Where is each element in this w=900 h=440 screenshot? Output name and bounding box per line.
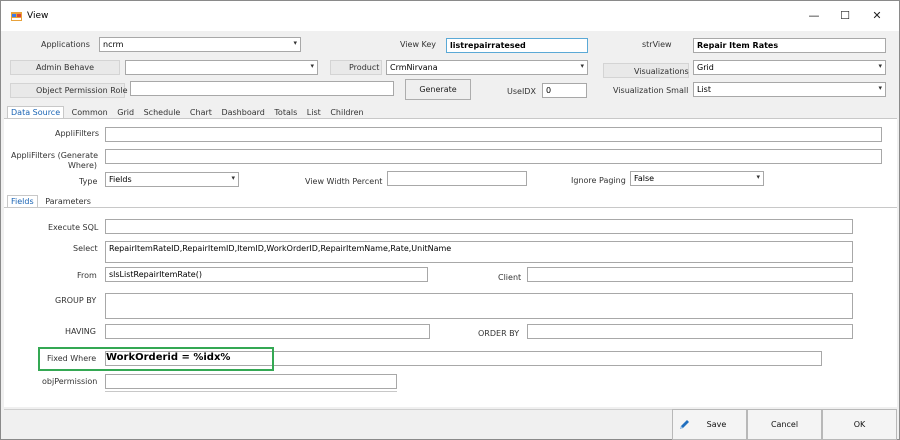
- title-bar: View — ☐ ✕: [1, 1, 899, 31]
- select-input[interactable]: RepairItemRateID,RepairItemID,ItemID,Wor…: [105, 241, 853, 263]
- applications-value: ncrm: [103, 40, 124, 49]
- obj-permission-label: objPermission: [42, 377, 98, 386]
- client-input[interactable]: [527, 267, 853, 282]
- view-width-percent-label: View Width Percent: [305, 177, 383, 186]
- useidx-label: UseIDX: [507, 87, 536, 96]
- applifilters-generate-label-line1: AppliFilters (Generate: [11, 151, 99, 160]
- chevron-down-icon: ▾: [310, 62, 314, 70]
- object-permission-input[interactable]: [130, 81, 394, 96]
- admin-behave-select[interactable]: ▾: [125, 60, 318, 75]
- admin-behave-label: Admin Behave: [10, 60, 120, 75]
- useidx-input[interactable]: 0: [542, 83, 587, 98]
- visualizations-select[interactable]: Grid ▾: [693, 60, 886, 75]
- product-select[interactable]: CrmNirvana ▾: [386, 60, 588, 75]
- visualization-small-label: Visualization Small: [613, 86, 689, 95]
- visualizations-label: Visualizations: [603, 63, 689, 78]
- window-title: View: [27, 11, 49, 21]
- from-label: From: [77, 271, 97, 280]
- fixed-where-value: WorkOrderid = %idx%: [106, 352, 231, 363]
- group-by-label: GROUP BY: [55, 296, 97, 305]
- chevron-down-icon: ▾: [293, 39, 297, 47]
- applications-label: Applications: [41, 40, 90, 49]
- having-input[interactable]: [105, 324, 430, 339]
- view-window: View — ☐ ✕ Applications ncrm ▾ View Key …: [0, 0, 900, 440]
- from-input[interactable]: slsListRepairItemRate(): [105, 267, 428, 282]
- order-by-input[interactable]: [527, 324, 853, 339]
- save-button[interactable]: Save: [672, 409, 747, 440]
- tab-parameters[interactable]: Parameters: [43, 197, 93, 206]
- tab-totals[interactable]: Totals: [272, 108, 299, 117]
- tab-grid[interactable]: Grid: [115, 108, 136, 117]
- tab-schedule[interactable]: Schedule: [142, 108, 183, 117]
- chevron-down-icon: ▾: [580, 62, 584, 70]
- tab-children[interactable]: Children: [328, 108, 365, 117]
- generate-button[interactable]: Generate: [405, 79, 471, 100]
- pencil-icon: [680, 420, 689, 429]
- type-label: Type: [79, 177, 98, 186]
- close-button[interactable]: ✕: [867, 7, 887, 25]
- execute-sql-label: Execute SQL: [48, 223, 99, 232]
- visualizations-value: Grid: [697, 63, 714, 72]
- having-label: HAVING: [65, 327, 96, 336]
- tab-common[interactable]: Common: [70, 108, 110, 117]
- execute-sql-input[interactable]: [105, 219, 853, 234]
- strview-label: strView: [642, 40, 672, 49]
- visualization-small-value: List: [697, 85, 711, 94]
- applifilters-generate-input[interactable]: [105, 149, 882, 164]
- group-by-input[interactable]: [105, 293, 853, 319]
- type-select[interactable]: Fields ▾: [105, 172, 239, 187]
- object-permission-label: Object Permission Role: [10, 83, 128, 98]
- tab-list[interactable]: List: [305, 108, 323, 117]
- minimize-button[interactable]: —: [804, 7, 824, 25]
- chevron-down-icon: ▾: [756, 173, 760, 181]
- view-key-label: View Key: [400, 40, 437, 49]
- ignore-paging-select[interactable]: False ▾: [630, 171, 764, 186]
- cancel-button[interactable]: Cancel: [747, 409, 822, 440]
- applifilters-input[interactable]: [105, 127, 882, 142]
- applifilters-generate-label: AppliFilters (Generate Where): [11, 151, 99, 171]
- applications-select[interactable]: ncrm ▾: [99, 37, 301, 52]
- ignore-paging-label: Ignore Paging: [571, 176, 626, 185]
- chevron-down-icon: ▾: [878, 84, 882, 92]
- visualization-small-select[interactable]: List ▾: [693, 82, 886, 97]
- applifilters-label: AppliFilters: [55, 129, 100, 138]
- type-value: Fields: [109, 175, 132, 184]
- ignore-paging-value: False: [634, 174, 655, 183]
- product-value: CrmNirvana: [390, 63, 438, 72]
- applifilters-generate-label-line2: Where): [67, 161, 97, 170]
- save-label: Save: [706, 420, 727, 429]
- view-key-input[interactable]: listrepairratesed: [446, 38, 588, 53]
- strview-input[interactable]: Repair Item Rates: [693, 38, 886, 53]
- client-label: Client: [498, 273, 522, 282]
- select-label: Select: [73, 244, 98, 253]
- chevron-down-icon: ▾: [878, 62, 882, 70]
- sub-tab-divider: [4, 207, 897, 208]
- app-icon: [11, 12, 22, 21]
- view-width-percent-input[interactable]: [387, 171, 527, 186]
- tab-dashboard[interactable]: Dashboard: [219, 108, 266, 117]
- order-by-label: ORDER BY: [478, 329, 520, 338]
- ok-button[interactable]: OK: [822, 409, 897, 440]
- tab-chart[interactable]: Chart: [188, 108, 214, 117]
- obj-permission-input[interactable]: [105, 374, 397, 389]
- product-label: Product: [330, 60, 382, 75]
- chevron-down-icon: ▾: [231, 174, 235, 182]
- maximize-button[interactable]: ☐: [835, 7, 855, 25]
- obj-permission-underline: [105, 391, 397, 392]
